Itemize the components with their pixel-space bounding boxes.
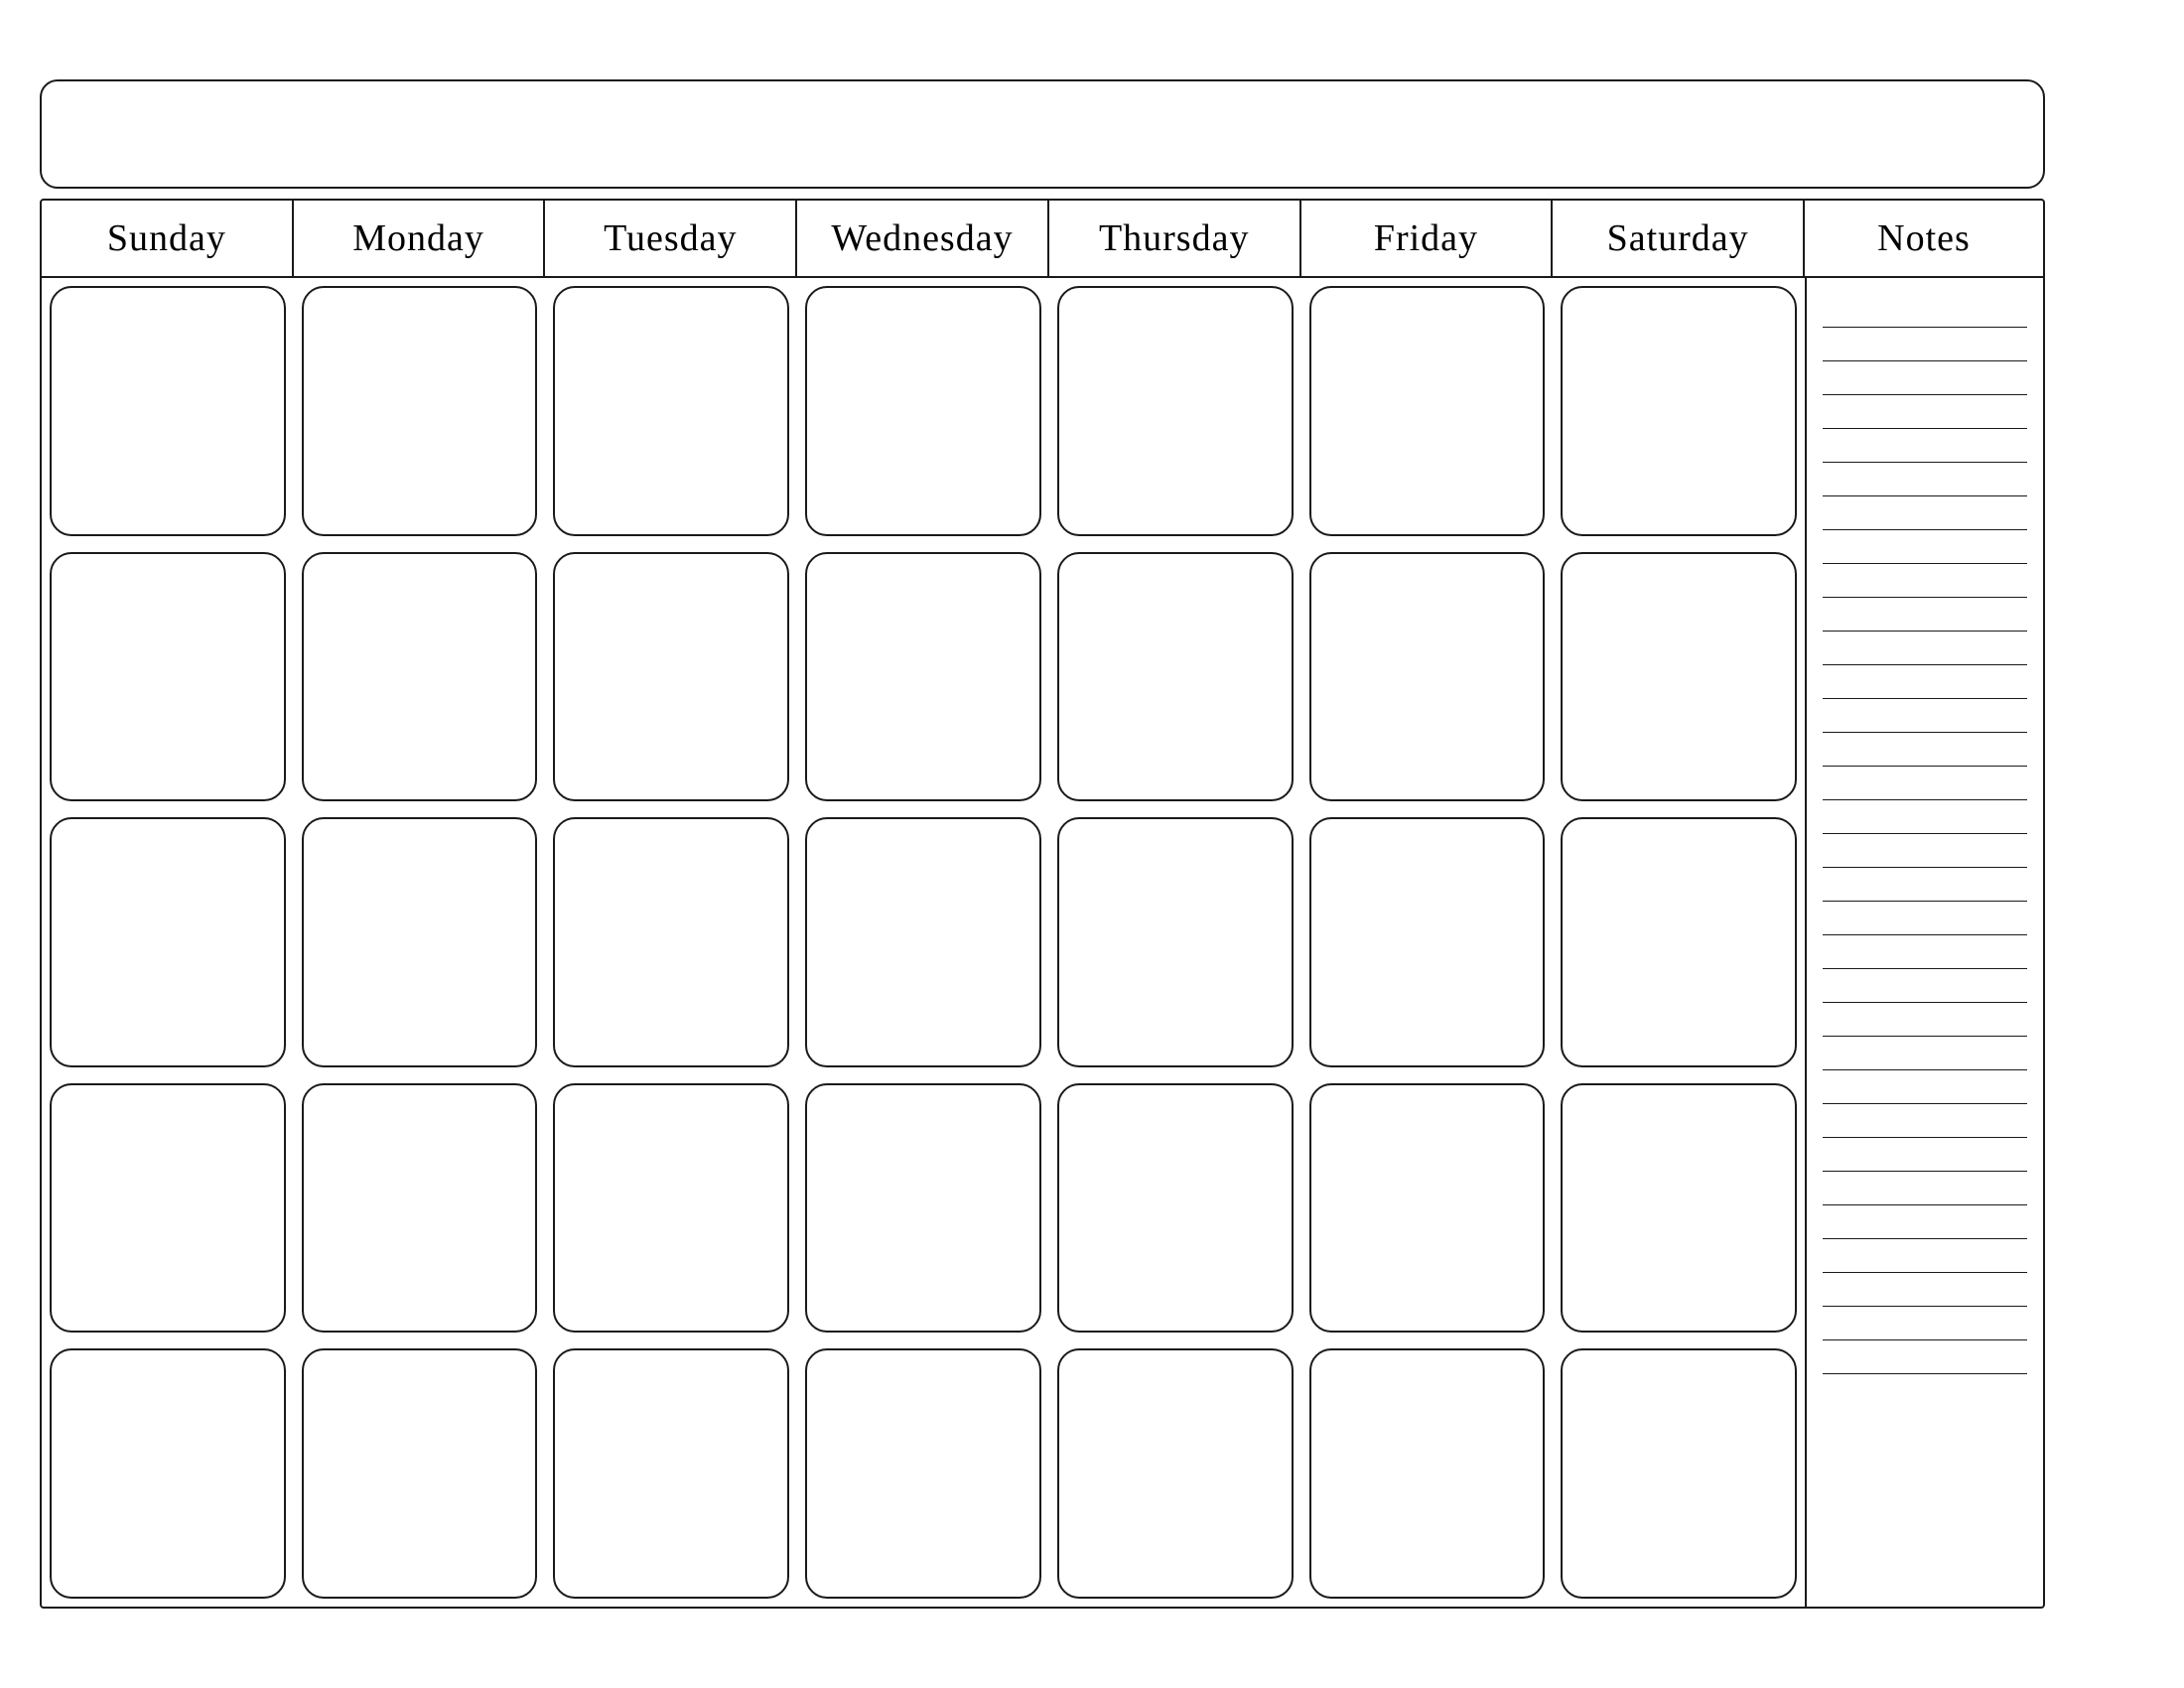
- week1-thursday[interactable]: [1057, 286, 1294, 536]
- note-line: [1823, 399, 2027, 429]
- note-line: [1823, 1108, 2027, 1138]
- week1-saturday[interactable]: [1561, 286, 1797, 536]
- week3-friday[interactable]: [1309, 817, 1546, 1067]
- note-line: [1823, 467, 2027, 496]
- header-sunday: Sunday: [42, 201, 294, 276]
- note-line: [1823, 1007, 2027, 1037]
- week4-wednesday[interactable]: [805, 1083, 1041, 1334]
- note-line: [1823, 906, 2027, 935]
- note-line: [1823, 939, 2027, 969]
- note-line: [1823, 298, 2027, 328]
- header-wednesday: Wednesday: [797, 201, 1049, 276]
- header-friday: Friday: [1301, 201, 1554, 276]
- week3-tuesday[interactable]: [553, 817, 789, 1067]
- note-line: [1823, 602, 2027, 632]
- note-line: [1823, 1311, 2027, 1340]
- note-line: [1823, 1041, 2027, 1070]
- note-line: [1823, 973, 2027, 1003]
- note-line: [1823, 1142, 2027, 1172]
- week5-friday[interactable]: [1309, 1348, 1546, 1599]
- note-line: [1823, 872, 2027, 902]
- week4-sunday[interactable]: [50, 1083, 286, 1334]
- note-line: [1823, 1344, 2027, 1374]
- week2-thursday[interactable]: [1057, 552, 1294, 802]
- week5-wednesday[interactable]: [805, 1348, 1041, 1599]
- week1-tuesday[interactable]: [553, 286, 789, 536]
- calendar-body: [42, 278, 2043, 1607]
- week5-tuesday[interactable]: [553, 1348, 789, 1599]
- note-line: [1823, 534, 2027, 564]
- note-line: [1823, 433, 2027, 463]
- week2-monday[interactable]: [302, 552, 538, 802]
- week2-saturday[interactable]: [1561, 552, 1797, 802]
- week5-saturday[interactable]: [1561, 1348, 1797, 1599]
- week3-sunday[interactable]: [50, 817, 286, 1067]
- week5-thursday[interactable]: [1057, 1348, 1294, 1599]
- week4-monday[interactable]: [302, 1083, 538, 1334]
- week4-thursday[interactable]: [1057, 1083, 1294, 1334]
- header-monday: Monday: [294, 201, 546, 276]
- note-line: [1823, 635, 2027, 665]
- note-line: [1823, 365, 2027, 395]
- note-line: [1823, 737, 2027, 767]
- week1-monday[interactable]: [302, 286, 538, 536]
- notes-section[interactable]: [1805, 278, 2043, 1607]
- week2-wednesday[interactable]: [805, 552, 1041, 802]
- note-line: [1823, 500, 2027, 530]
- week5-monday[interactable]: [302, 1348, 538, 1599]
- note-line: [1823, 771, 2027, 800]
- week4-tuesday[interactable]: [553, 1083, 789, 1334]
- days-section: [42, 278, 1805, 1607]
- week3-wednesday[interactable]: [805, 817, 1041, 1067]
- note-line: [1823, 1074, 2027, 1104]
- calendar-grid: Sunday Monday Tuesday Wednesday Thursday…: [40, 199, 2045, 1609]
- header-thursday: Thursday: [1049, 201, 1301, 276]
- week1-wednesday[interactable]: [805, 286, 1041, 536]
- note-line: [1823, 332, 2027, 361]
- note-line: [1823, 1277, 2027, 1307]
- week5-sunday[interactable]: [50, 1348, 286, 1599]
- note-line: [1823, 838, 2027, 868]
- note-line: [1823, 1176, 2027, 1205]
- week3-thursday[interactable]: [1057, 817, 1294, 1067]
- week4-friday[interactable]: [1309, 1083, 1546, 1334]
- header-saturday: Saturday: [1553, 201, 1805, 276]
- note-line: [1823, 568, 2027, 598]
- calendar-container: Sunday Monday Tuesday Wednesday Thursday…: [0, 40, 2085, 1648]
- week2-friday[interactable]: [1309, 552, 1546, 802]
- header-row: Sunday Monday Tuesday Wednesday Thursday…: [42, 201, 2043, 278]
- header-notes: Notes: [1805, 201, 2043, 276]
- note-line: [1823, 669, 2027, 699]
- title-bar[interactable]: [40, 79, 2045, 189]
- week1-friday[interactable]: [1309, 286, 1546, 536]
- week3-saturday[interactable]: [1561, 817, 1797, 1067]
- header-tuesday: Tuesday: [545, 201, 797, 276]
- note-line: [1823, 804, 2027, 834]
- note-line: [1823, 1209, 2027, 1239]
- week3-monday[interactable]: [302, 817, 538, 1067]
- week1-sunday[interactable]: [50, 286, 286, 536]
- week2-tuesday[interactable]: [553, 552, 789, 802]
- note-line: [1823, 1243, 2027, 1273]
- week4-saturday[interactable]: [1561, 1083, 1797, 1334]
- note-line: [1823, 703, 2027, 733]
- week2-sunday[interactable]: [50, 552, 286, 802]
